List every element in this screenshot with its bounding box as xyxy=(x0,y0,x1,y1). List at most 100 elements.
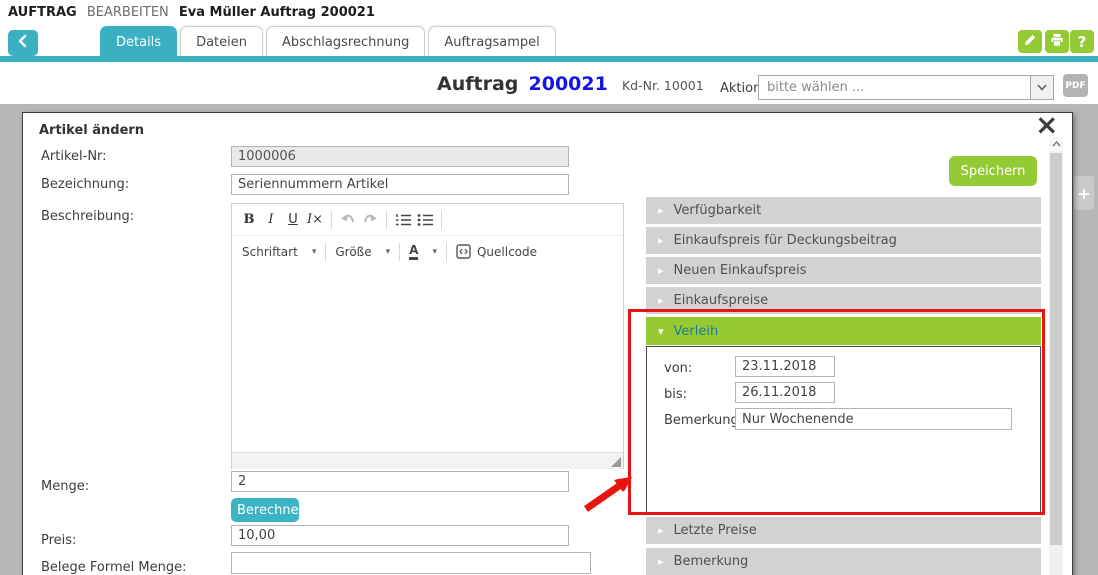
von-label: von: xyxy=(664,361,692,376)
bemerkung-label: Bemerkung: xyxy=(664,413,743,428)
toolbar-separator xyxy=(386,211,387,229)
resize-handle-icon[interactable] xyxy=(611,457,621,467)
toolbar-separator xyxy=(331,211,332,229)
accordion-section-neuen-einkaufspreis[interactable]: ▸ Neuen Einkaufspreis xyxy=(646,257,1041,284)
font-size-dropdown[interactable]: Größe ▾ xyxy=(331,245,394,259)
chevron-down-icon xyxy=(1030,76,1053,99)
tab-bar: Details Dateien Abschlagsrechnung Auftra… xyxy=(100,26,559,56)
accordion-section-letzte-preise[interactable]: ▸ Letzte Preise xyxy=(646,517,1041,544)
customer-number: Kd-Nr. 10001 xyxy=(622,78,704,93)
accordion-label: Neuen Einkaufspreis xyxy=(674,263,807,278)
editor-footer xyxy=(232,452,623,469)
accordion-section-verfuegbarkeit[interactable]: ▸ Verfügbarkeit xyxy=(646,197,1041,224)
undo-icon[interactable] xyxy=(337,209,359,231)
breadcrumb: AUFTRAG BEARBEITEN Eva Müller Auftrag 20… xyxy=(8,5,375,20)
editor-content-area[interactable] xyxy=(232,267,623,452)
pencil-icon xyxy=(1023,33,1037,51)
artikel-nr-label: Artikel-Nr: xyxy=(41,149,107,164)
editor-toolbar-row1: B I U I× xyxy=(232,204,623,236)
source-code-icon xyxy=(456,244,471,259)
toolbar-separator xyxy=(325,243,326,261)
von-date-field[interactable] xyxy=(735,356,835,377)
toolbar-separator xyxy=(446,243,447,261)
chevron-right-icon: ▸ xyxy=(658,555,664,568)
chevron-right-icon: ▸ xyxy=(658,524,664,537)
bezeichnung-label: Bezeichnung: xyxy=(41,177,129,192)
toolbar-separator xyxy=(399,243,400,261)
artikel-aendern-modal: Artikel ändern × Artikel-Nr: Bezeichnung… xyxy=(22,112,1073,575)
chevron-right-icon: ▸ xyxy=(658,234,664,247)
font-family-label: Schriftart xyxy=(242,245,298,259)
accordion-label: Einkaufspreis für Deckungsbeitrag xyxy=(674,233,897,248)
tab-abschlagsrechnung[interactable]: Abschlagsrechnung xyxy=(266,26,425,57)
print-button[interactable] xyxy=(1045,30,1069,53)
breadcrumb-context: Eva Müller Auftrag 200021 xyxy=(179,5,375,20)
scroll-up-icon[interactable] xyxy=(1049,137,1063,151)
accordion-section-verleih[interactable]: ▾ Verleih xyxy=(646,317,1041,345)
splitter-plus-button[interactable]: + xyxy=(1074,176,1094,210)
preis-field[interactable] xyxy=(231,525,569,546)
belege-formel-menge-field[interactable] xyxy=(231,552,591,574)
numbered-list-icon[interactable] xyxy=(392,209,414,231)
accent-divider-bar xyxy=(0,56,1098,62)
menge-label: Menge: xyxy=(41,479,89,494)
underline-button[interactable]: U xyxy=(282,209,304,231)
font-family-dropdown[interactable]: Schriftart ▾ xyxy=(238,245,320,259)
page-title: Auftrag 200021 Kd-Nr. 10001 xyxy=(437,73,704,95)
accordion-section-einkaufspreis-deckungsbeitrag[interactable]: ▸ Einkaufspreis für Deckungsbeitrag xyxy=(646,227,1041,254)
bezeichnung-field[interactable] xyxy=(231,174,569,195)
modal-title: Artikel ändern xyxy=(39,123,144,138)
accordion-section-einkaufspreise[interactable]: ▸ Einkaufspreise xyxy=(646,287,1041,314)
preis-label: Preis: xyxy=(41,533,76,548)
chevron-down-icon: ▾ xyxy=(432,247,437,257)
belege-formel-menge-label: Belege Formel Menge: xyxy=(41,560,186,575)
edit-button[interactable] xyxy=(1018,30,1042,53)
accordion-label: Letzte Preise xyxy=(674,523,757,538)
app-window: AUFTRAG BEARBEITEN Eva Müller Auftrag 20… xyxy=(0,0,1098,575)
accordion-label: Bemerkung xyxy=(674,554,749,569)
printer-icon xyxy=(1050,33,1064,51)
toolbar-separator xyxy=(441,211,442,229)
chevron-down-icon: ▾ xyxy=(386,247,391,257)
back-button[interactable] xyxy=(8,30,38,56)
action-select-value: bitte wählen ... xyxy=(759,76,1030,99)
text-color-dropdown[interactable]: A ▾ xyxy=(405,244,441,260)
bis-date-field[interactable] xyxy=(735,382,835,403)
redo-icon[interactable] xyxy=(359,209,381,231)
question-mark-icon: ? xyxy=(1078,33,1087,51)
plus-icon: + xyxy=(1077,184,1090,203)
accordion-label: Einkaufspreise xyxy=(674,293,769,308)
source-code-label: Quellcode xyxy=(477,245,537,259)
bis-label: bis: xyxy=(664,387,687,402)
italic-button[interactable]: I xyxy=(260,209,282,231)
bullet-list-icon[interactable] xyxy=(414,209,436,231)
accordion-section-bemerkung[interactable]: ▸ Bemerkung xyxy=(646,548,1041,575)
accordion-label: Verfügbarkeit xyxy=(674,203,762,218)
chevron-down-icon: ▾ xyxy=(312,247,317,257)
beschreibung-editor: B I U I× xyxy=(231,203,624,469)
tab-details[interactable]: Details xyxy=(100,26,177,57)
order-number: 200021 xyxy=(529,73,608,95)
pdf-button[interactable]: PDF xyxy=(1063,74,1088,97)
tab-auftragsampel[interactable]: Auftragsampel xyxy=(428,26,555,57)
modal-scrollbar-thumb[interactable] xyxy=(1050,153,1062,545)
help-button[interactable]: ? xyxy=(1070,30,1094,53)
accordion-label: Verleih xyxy=(674,324,719,339)
chevron-left-icon xyxy=(16,33,30,53)
menge-field[interactable] xyxy=(231,471,569,492)
speichern-button[interactable]: Speichern xyxy=(949,156,1037,186)
berechnen-button[interactable]: Berechnen xyxy=(231,498,299,522)
source-code-button[interactable]: Quellcode xyxy=(452,244,541,259)
chevron-down-icon: ▾ xyxy=(658,325,664,338)
remove-format-button[interactable]: I× xyxy=(304,209,326,231)
bold-button[interactable]: B xyxy=(238,209,260,231)
bemerkung-field[interactable] xyxy=(735,408,1012,430)
chevron-right-icon: ▸ xyxy=(658,294,664,307)
action-select[interactable]: bitte wählen ... xyxy=(758,75,1054,100)
chevron-right-icon: ▸ xyxy=(658,204,664,217)
tab-dateien[interactable]: Dateien xyxy=(180,26,263,57)
close-icon[interactable]: × xyxy=(1035,111,1058,139)
editor-toolbar-row2: Schriftart ▾ Größe ▾ A ▾ xyxy=(232,236,623,267)
order-title: Auftrag xyxy=(437,73,518,95)
verleih-panel: von: bis: Bemerkung: xyxy=(646,346,1041,514)
